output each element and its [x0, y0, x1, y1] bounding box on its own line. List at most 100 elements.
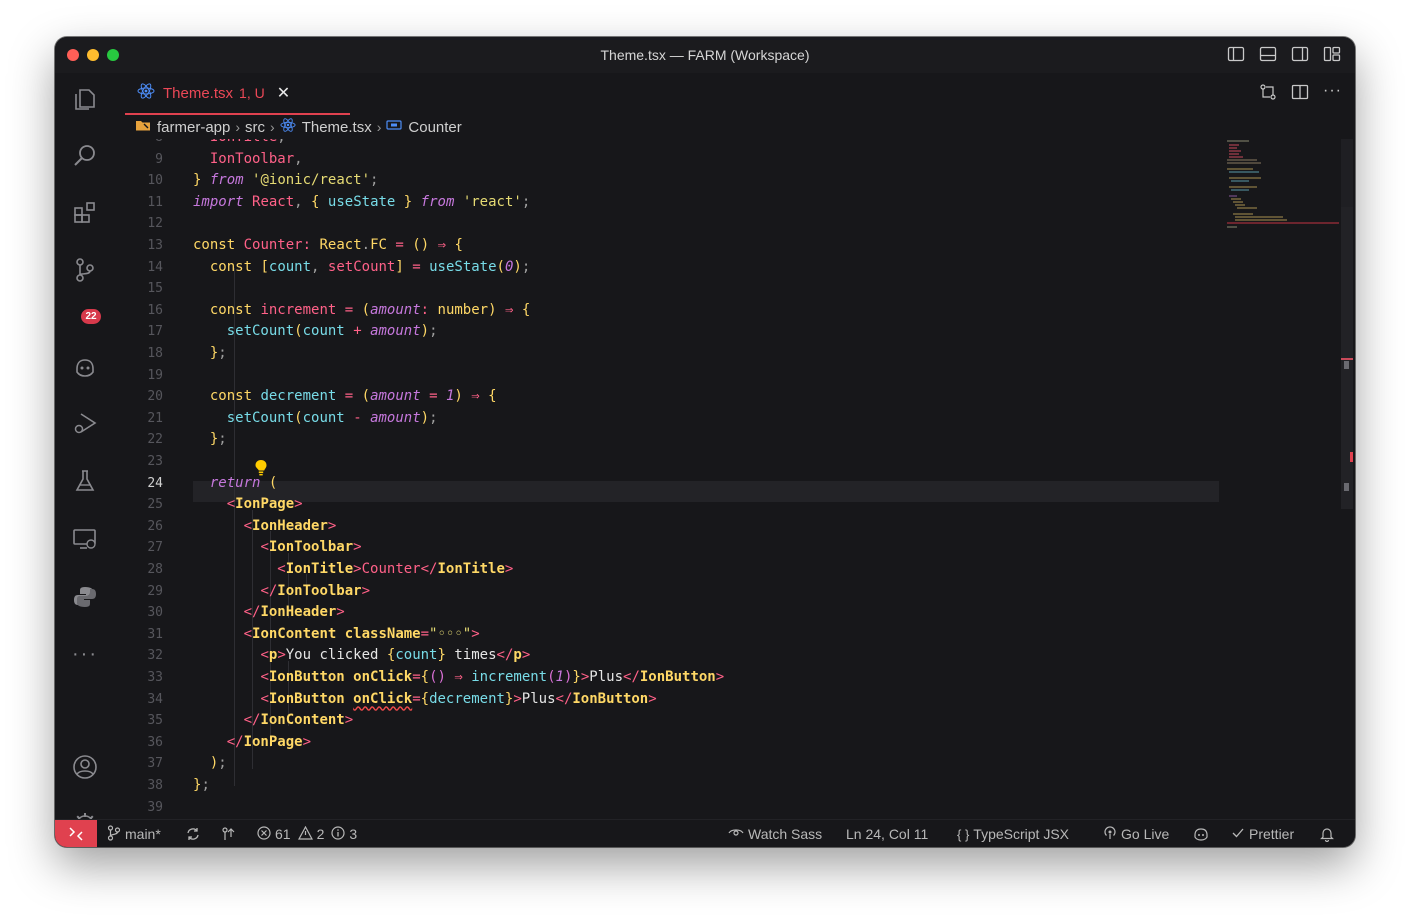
line-number: 10 [147, 173, 163, 189]
code-line: }; [209, 431, 227, 448]
publish-icon[interactable] [221, 820, 237, 847]
language-label: TypeScript JSX [973, 826, 1069, 842]
remote-indicator-icon[interactable] [55, 820, 97, 847]
status-bar: main* 61 2 3 Watch Sass Ln 24, Col 11 { … [55, 819, 1355, 847]
python-icon[interactable] [69, 581, 101, 613]
testing-icon[interactable] [69, 465, 101, 497]
toggle-panel-icon[interactable] [1259, 45, 1277, 63]
code-line: return ( [209, 474, 278, 491]
code-line: setCount(count + amount); [226, 323, 438, 340]
split-editor-icon[interactable] [1291, 83, 1309, 101]
remote-explorer-icon[interactable] [69, 523, 101, 555]
line-number: 39 [147, 799, 163, 815]
warning-icon [297, 825, 313, 843]
cursor-position[interactable]: Ln 24, Col 11 [846, 820, 928, 847]
code-line: <IonTitle>Counter</IonTitle> [277, 561, 514, 577]
line-number: 30 [147, 605, 163, 621]
tab-theme-tsx[interactable]: Theme.tsx 1, U ✕ [125, 73, 350, 115]
code-line: <IonContent className="◦◦◦"> [243, 625, 480, 642]
code-line: <IonToolbar> [260, 539, 362, 556]
code-line: </IonToolbar> [260, 582, 371, 599]
line-number: 32 [147, 648, 163, 664]
chevron-right-icon: › [376, 119, 382, 135]
toggle-primary-sidebar-icon[interactable] [1227, 45, 1245, 63]
line-number: 31 [147, 626, 163, 642]
copilot-icon[interactable] [69, 351, 101, 383]
code-line: const [count, setCount] = useState(0); [209, 258, 531, 275]
breadcrumb-src[interactable]: src [245, 119, 265, 136]
language-mode[interactable]: { } TypeScript JSX [957, 820, 1069, 847]
code-line: IonTitle, [193, 139, 286, 149]
code-line: </IonPage> [226, 733, 312, 750]
source-control-badge: 22 [81, 309, 101, 324]
copilot-status-icon[interactable] [1193, 820, 1209, 847]
breadcrumb-file[interactable]: Theme.tsx [302, 119, 372, 136]
prettier-status[interactable]: Prettier [1231, 820, 1294, 847]
warning-count: 2 [316, 826, 325, 842]
minimap[interactable] [1227, 139, 1339, 229]
search-icon[interactable] [69, 140, 101, 172]
line-number: 33 [147, 670, 163, 685]
editor-scrollbar[interactable] [1341, 139, 1353, 819]
line-number: 21 [147, 410, 163, 426]
line-number: 11 [147, 194, 163, 210]
breadcrumb-folder[interactable]: farmer-app [157, 119, 230, 136]
tab-label: Theme.tsx [163, 84, 234, 102]
line-number: 12 [147, 216, 163, 232]
problems-status[interactable]: 61 2 3 [257, 820, 357, 847]
toggle-secondary-sidebar-icon[interactable] [1291, 45, 1309, 63]
line-number: 38 [147, 778, 163, 793]
code-line: <IonButton onClick={decrement}>Plus</Ion… [260, 690, 657, 707]
source-control-icon[interactable] [69, 254, 101, 286]
code-line: }; [209, 345, 227, 361]
line-number: 36 [147, 734, 163, 750]
line-number: 26 [147, 518, 163, 534]
extensions-icon[interactable] [69, 197, 101, 229]
go-live-button[interactable]: Go Live [1103, 820, 1169, 847]
branch-status[interactable]: main* [107, 820, 161, 847]
window-title: Theme.tsx — FARM (Workspace) [600, 47, 810, 63]
code-line: const increment = (amount: number) ⇒ { [209, 301, 531, 318]
accounts-icon[interactable] [69, 751, 101, 783]
explorer-icon[interactable] [69, 83, 101, 115]
code-editor[interactable]: 8 9 10 11 12 13 14 15 16 17 18 19 20 21 22 23 24 25 26 27 28… [115, 139, 1225, 819]
error-count: 61 [275, 826, 291, 842]
code-line: <IonHeader> [243, 517, 337, 534]
line-number: 22 [147, 432, 163, 448]
code-line: IonToolbar, [209, 150, 303, 167]
line-number: 34 [147, 691, 163, 707]
info-count: 3 [349, 826, 358, 842]
error-icon [257, 825, 271, 843]
code-line: }; [193, 777, 210, 793]
prettier-label: Prettier [1249, 826, 1295, 842]
watch-sass-label: Watch Sass [748, 826, 823, 842]
info-icon [331, 825, 345, 843]
more-views-icon[interactable]: ··· [69, 638, 101, 670]
breadcrumb-symbol[interactable]: Counter [408, 119, 461, 136]
line-number: 20 [147, 389, 163, 405]
sync-icon[interactable] [185, 820, 201, 847]
code-line: ); [209, 755, 227, 772]
line-number: 14 [147, 259, 163, 275]
line-number: 28 [147, 562, 163, 577]
code-line: import React, { useState } from 'react'; [193, 193, 531, 210]
more-actions-icon[interactable]: ··· [1323, 83, 1341, 101]
editor-tabs-bar: Theme.tsx 1, U ✕ ··· [115, 73, 1355, 115]
open-changes-icon[interactable] [1259, 83, 1277, 101]
customize-layout-icon[interactable] [1323, 45, 1341, 63]
code-line: <IonButton onClick={() ⇒ increment(1)}>P… [260, 669, 725, 685]
symbol-variable-icon [386, 118, 403, 136]
check-icon [1231, 826, 1245, 843]
close-tab-icon[interactable]: ✕ [277, 83, 290, 103]
folder-icon [135, 117, 151, 137]
line-number: 25 [147, 497, 163, 513]
watch-sass-button[interactable]: Watch Sass [728, 820, 822, 847]
run-debug-icon[interactable] [69, 407, 101, 439]
vscode-window: Theme.tsx — FARM (Workspace) 22 ··· Them… [55, 37, 1355, 847]
line-number: 29 [147, 583, 163, 599]
code-line: </IonHeader> [243, 604, 345, 621]
react-file-icon [280, 117, 296, 137]
react-file-icon [137, 82, 155, 105]
notifications-bell-icon[interactable] [1320, 820, 1334, 847]
line-number: 35 [147, 713, 163, 729]
